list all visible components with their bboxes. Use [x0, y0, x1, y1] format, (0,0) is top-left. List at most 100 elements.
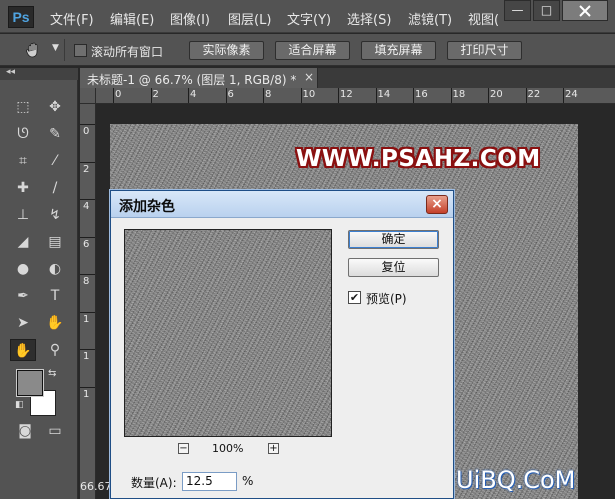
ruler-tick-label: 16 [415, 89, 428, 100]
zoom-in-button[interactable]: + [268, 443, 279, 454]
preview-label: 预览(P) [366, 292, 407, 306]
type-icon[interactable]: T [42, 285, 68, 307]
hand-icon[interactable]: ✋ [10, 339, 36, 361]
amount-label: 数量(A): [131, 476, 177, 490]
menu-bar: Ps 文件(F) 编辑(E) 图像(I) 图层(L) 文字(Y) 选择(S) 滤… [0, 0, 615, 33]
ruler-tick-label: 4 [190, 89, 197, 100]
fit-screen-button[interactable]: 适合屏幕 [275, 41, 350, 60]
maximize-button[interactable]: □ [533, 0, 560, 21]
ruler-tick [563, 88, 564, 103]
reset-button[interactable]: 复位 [348, 258, 439, 277]
crop-icon[interactable]: ⌗ [10, 150, 36, 172]
ruler-tick-label: 12 [340, 89, 353, 100]
ruler-tick [338, 88, 339, 103]
add-noise-dialog: 添加杂色 × 确定 复位 ✔ 预览(P) − 100% + 数量(A): 12.… [110, 190, 454, 499]
actual-pixels-button[interactable]: 实际像素 [189, 41, 264, 60]
brush-icon[interactable]: / [42, 177, 68, 199]
close-icon [579, 5, 591, 17]
eraser-icon[interactable]: ◢ [10, 231, 36, 253]
hand-tool-icon[interactable] [24, 40, 44, 60]
document-tab-close-icon[interactable]: × [304, 70, 314, 84]
preview-checkbox[interactable]: ✔ [348, 291, 361, 304]
zoom-icon[interactable]: ⚲ [42, 339, 68, 361]
menu-file[interactable]: 文件(F) [50, 9, 94, 28]
ruler-tick [80, 124, 95, 125]
menu-image[interactable]: 图像(I) [170, 9, 210, 28]
ruler-tick-label: 8 [265, 89, 272, 100]
ruler-tick-label: 8 [83, 276, 90, 287]
collapse-icon[interactable]: ◂◂ [6, 67, 15, 77]
amount-unit: % [242, 474, 254, 488]
fill-screen-button[interactable]: 填充屏幕 [361, 41, 436, 60]
menu-type[interactable]: 文字(Y) [287, 9, 331, 28]
default-colors-icon[interactable]: ◧ [15, 400, 24, 410]
ruler-tick [263, 88, 264, 103]
ruler-tick-label: 6 [83, 238, 90, 250]
eyedropper-icon[interactable]: ⁄ [42, 150, 68, 172]
ruler-tick [413, 88, 414, 103]
amount-input[interactable]: 12.5 [182, 472, 237, 491]
ruler-tick-label: 4 [83, 201, 90, 212]
options-bar: ▼ 滚动所有窗口 实际像素 适合屏幕 填充屏幕 打印尺寸 [0, 34, 615, 66]
ruler-tick [150, 88, 152, 103]
zoom-out-button[interactable]: − [178, 443, 189, 454]
ruler-tick [80, 236, 95, 238]
ruler-tick [188, 88, 189, 103]
pen-icon[interactable]: ✒ [10, 285, 36, 307]
ruler-tick-label: 0 [83, 126, 90, 137]
ruler-tick [375, 88, 377, 103]
dialog-close-button[interactable]: × [426, 195, 448, 214]
ruler-tick-label: 18 [452, 89, 466, 100]
move-icon[interactable]: ✥ [42, 96, 68, 118]
ruler-tick [80, 349, 95, 350]
ruler-tick-label: 24 [565, 89, 578, 100]
photoshop-logo: Ps [8, 6, 34, 28]
noise-preview[interactable] [124, 229, 332, 437]
bottom-watermark-text: UiBQ.CoM [456, 466, 576, 494]
tool-preset-chevron-icon[interactable]: ▼ [52, 43, 59, 53]
quick-select-icon[interactable]: ✎ [42, 123, 68, 145]
foreground-color-swatch[interactable] [17, 370, 43, 396]
print-size-button[interactable]: 打印尺寸 [447, 41, 522, 60]
swap-colors-icon[interactable]: ⇆ [48, 368, 56, 379]
document-tab[interactable]: 未标题-1 @ 66.7% (图层 1, RGB/8) * × [80, 68, 318, 88]
ruler-tick [300, 88, 302, 103]
ruler-tick-label: 20 [490, 89, 503, 100]
ruler-tick-label: 14 [377, 89, 391, 100]
dialog-title: 添加杂色 [119, 199, 175, 215]
marquee-icon[interactable]: ⬚ [10, 96, 36, 118]
healing-icon[interactable]: ✚ [10, 177, 36, 199]
blur-icon[interactable]: ● [10, 258, 36, 280]
menu-filter[interactable]: 滤镜(T) [408, 9, 452, 28]
dodge-icon[interactable]: ◐ [42, 258, 68, 280]
menu-layer[interactable]: 图层(L) [228, 9, 271, 28]
ruler-tick-label: 10 [302, 89, 316, 100]
horizontal-ruler[interactable]: 0 2 4 6 8 10 12 14 16 18 20 22 24 [96, 88, 615, 104]
history-brush-icon[interactable]: ↯ [42, 204, 68, 226]
ruler-tick [450, 88, 452, 103]
dialog-title-bar[interactable]: 添加杂色 × [111, 191, 453, 218]
stamp-icon[interactable]: ⊥ [10, 204, 36, 226]
menu-select[interactable]: 选择(S) [347, 9, 391, 28]
minimize-button[interactable]: — [504, 0, 531, 21]
ruler-tick [80, 199, 95, 200]
menu-view[interactable]: 视图( [468, 9, 499, 28]
document-tab-title: 未标题-1 @ 66.7% (图层 1, RGB/8) * [87, 73, 297, 87]
gradient-icon[interactable]: ▤ [42, 231, 68, 253]
toolbox: ◂◂ ⬚ ✥ ᘎ ✎ ⌗ ⁄ ✚ / ⊥ ↯ ◢ ▤ ● ◐ ✒ T ➤ ✋ ✋ ⚲ ⇆ ◧ ◙ ▭ [0, 67, 78, 499]
screen-mode-icon[interactable]: ▭ [42, 420, 68, 442]
ok-button[interactable]: 确定 [348, 230, 439, 249]
ruler-origin[interactable] [80, 88, 96, 104]
shape-icon[interactable]: ✋ [42, 312, 68, 334]
ruler-tick [80, 311, 95, 313]
quick-mask-icon[interactable]: ◙ [12, 420, 38, 442]
menu-edit[interactable]: 编辑(E) [110, 9, 154, 28]
lasso-icon[interactable]: ᘎ [10, 123, 36, 145]
close-window-button[interactable] [562, 0, 608, 21]
ruler-tick-label: 1 [83, 313, 90, 325]
path-select-icon[interactable]: ➤ [10, 312, 36, 334]
zoom-status[interactable]: 66.67 [80, 480, 112, 493]
vertical-ruler[interactable]: 0 2 4 6 8 1 1 1 [80, 104, 96, 499]
scroll-all-windows-checkbox[interactable] [74, 44, 87, 57]
ruler-tick [488, 88, 489, 103]
